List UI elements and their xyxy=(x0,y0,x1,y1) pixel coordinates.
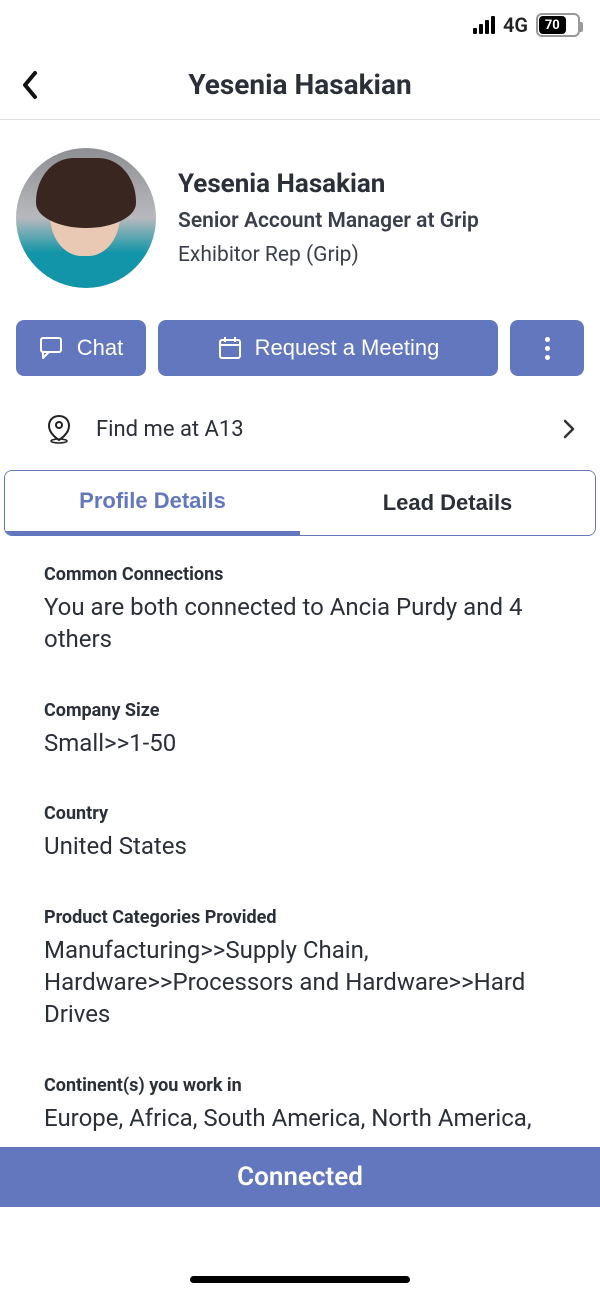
more-options-button[interactable] xyxy=(510,320,584,376)
profile-role: Exhibitor Rep (Grip) xyxy=(178,243,479,267)
section-label: Continent(s) you work in xyxy=(44,1075,556,1096)
chevron-right-icon xyxy=(562,418,576,440)
page-title: Yesenia Hasakian xyxy=(0,68,600,101)
section-label: Product Categories Provided xyxy=(44,907,556,928)
tab-profile-details[interactable]: Profile Details xyxy=(5,471,300,535)
section-value: Small>>1-50 xyxy=(44,727,556,759)
section-company-size: Company Size Small>>1-50 xyxy=(44,700,556,759)
back-button[interactable] xyxy=(10,65,50,105)
nav-bar: Yesenia Hasakian xyxy=(0,50,600,120)
section-common-connections: Common Connections You are both connecte… xyxy=(44,564,556,656)
profile-details: Common Connections You are both connecte… xyxy=(0,536,600,1134)
section-value: Europe, Africa, South America, North Ame… xyxy=(44,1102,556,1134)
section-value: Manufacturing>>Supply Chain, Hardware>>P… xyxy=(44,934,556,1031)
section-country: Country United States xyxy=(44,803,556,862)
profile-header: Yesenia Hasakian Senior Account Manager … xyxy=(0,120,600,312)
profile-name: Yesenia Hasakian xyxy=(178,169,479,199)
connection-status-bar[interactable]: Connected xyxy=(0,1147,600,1207)
section-label: Company Size xyxy=(44,700,556,721)
chat-button[interactable]: Chat xyxy=(16,320,146,376)
profile-job-title: Senior Account Manager at Grip xyxy=(178,209,479,233)
section-value: You are both connected to Ancia Purdy an… xyxy=(44,591,556,656)
battery-icon: 70 xyxy=(536,13,580,37)
request-meeting-button[interactable]: Request a Meeting xyxy=(158,320,498,376)
network-label: 4G xyxy=(503,13,528,37)
section-product-categories: Product Categories Provided Manufacturin… xyxy=(44,907,556,1031)
location-pin-icon xyxy=(46,414,72,444)
signal-icon xyxy=(473,16,495,34)
tab-lead-details[interactable]: Lead Details xyxy=(300,471,595,535)
calendar-icon xyxy=(217,335,243,361)
battery-percent: 70 xyxy=(539,16,566,34)
section-label: Country xyxy=(44,803,556,824)
avatar xyxy=(16,148,156,288)
status-bar: 4G 70 xyxy=(0,0,600,50)
find-me-label: Find me at A13 xyxy=(96,417,538,442)
section-label: Common Connections xyxy=(44,564,556,585)
chevron-left-icon xyxy=(20,70,40,100)
home-indicator[interactable] xyxy=(190,1276,410,1283)
action-row: Chat Request a Meeting xyxy=(0,312,600,384)
section-continents: Continent(s) you work in Europe, Africa,… xyxy=(44,1075,556,1134)
more-icon xyxy=(545,337,550,360)
chat-icon xyxy=(39,335,65,361)
tabs: Profile Details Lead Details xyxy=(4,470,596,536)
section-value: United States xyxy=(44,830,556,862)
find-me-row[interactable]: Find me at A13 xyxy=(0,384,600,470)
request-meeting-label: Request a Meeting xyxy=(255,335,440,361)
connection-status-label: Connected xyxy=(237,1162,363,1192)
chat-button-label: Chat xyxy=(77,335,123,361)
